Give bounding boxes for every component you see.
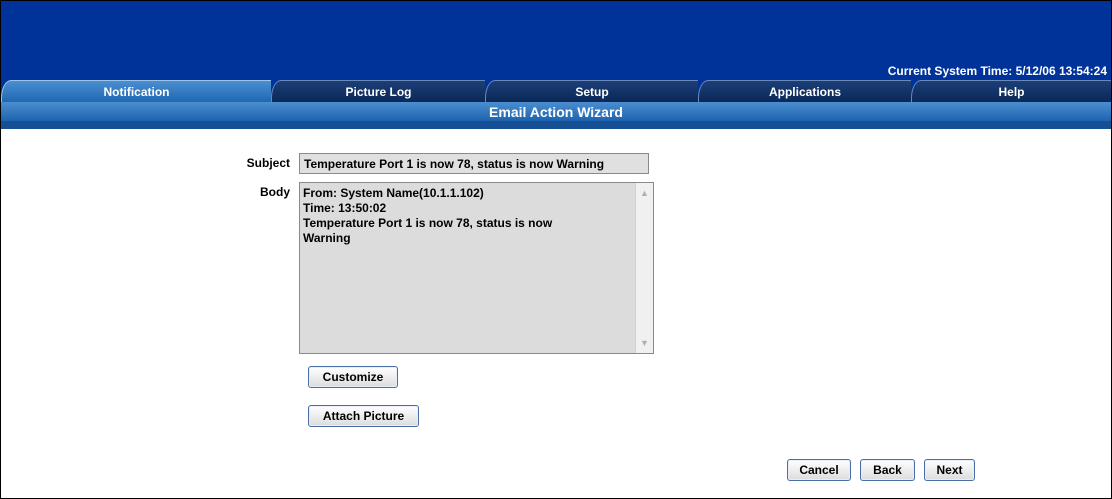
back-button[interactable]: Back: [860, 459, 915, 481]
wizard-divider: [1, 121, 1111, 129]
tab-notification[interactable]: Notification: [1, 80, 271, 102]
tab-applications[interactable]: Applications: [698, 80, 911, 102]
tab-picture-log[interactable]: Picture Log: [271, 80, 485, 102]
body-text: From: System Name(10.1.1.102) Time: 13:5…: [303, 186, 633, 246]
system-time: Current System Time: 5/12/06 13:54:24: [887, 64, 1107, 78]
scroll-down-icon[interactable]: ▼: [636, 335, 653, 351]
body-line-from: From: System Name(10.1.1.102): [303, 186, 484, 200]
body-label: Body: [260, 185, 290, 199]
body-line-message: Temperature Port 1 is now 78, status is …: [303, 216, 553, 230]
scroll-up-icon[interactable]: ▲: [636, 185, 653, 201]
tab-help[interactable]: Help: [911, 80, 1111, 102]
header-banner: Current System Time: 5/12/06 13:54:24: [1, 1, 1111, 81]
wizard-title: Email Action Wizard: [1, 102, 1111, 121]
subject-field[interactable]: Temperature Port 1 is now 78, status is …: [299, 153, 649, 174]
cancel-button[interactable]: Cancel: [787, 459, 851, 481]
tab-bar: Notification Picture Log Setup Applicati…: [1, 80, 1111, 102]
attach-picture-button[interactable]: Attach Picture: [308, 405, 419, 427]
app-window: Current System Time: 5/12/06 13:54:24 No…: [0, 0, 1112, 499]
next-button[interactable]: Next: [924, 459, 975, 481]
tab-setup[interactable]: Setup: [485, 80, 698, 102]
body-line-time: Time: 13:50:02: [303, 201, 387, 215]
body-line-status: Warning: [303, 231, 351, 245]
body-textarea[interactable]: From: System Name(10.1.1.102) Time: 13:5…: [299, 182, 654, 354]
subject-label: Subject: [246, 156, 290, 170]
body-scrollbar[interactable]: ▲ ▼: [635, 183, 653, 353]
customize-button[interactable]: Customize: [308, 366, 398, 388]
